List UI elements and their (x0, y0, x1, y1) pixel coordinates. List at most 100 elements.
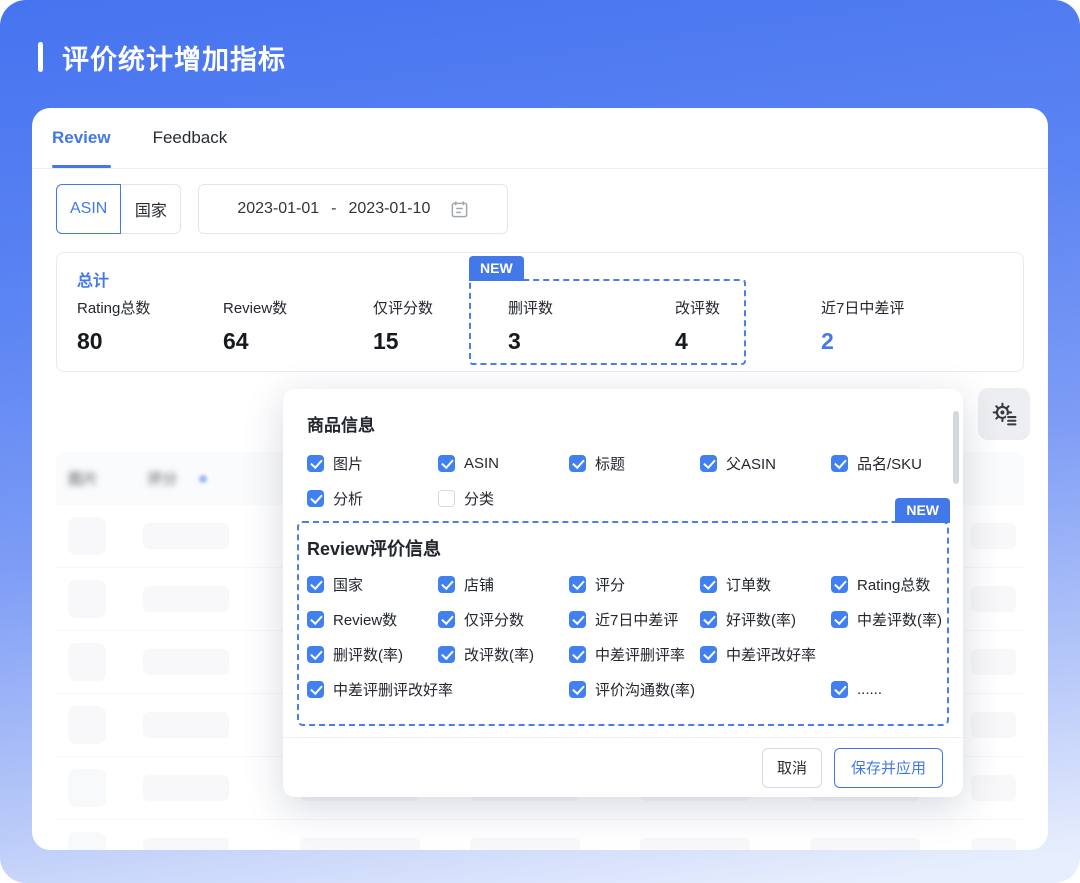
checkbox-label: 评价沟通数(率) (595, 679, 695, 700)
date-range-picker[interactable]: 2023-01-01 - 2023-01-10 (198, 184, 508, 234)
metric-recent-negative: 近7日中差评 2 (821, 297, 904, 355)
popup-body: 商品信息 图片 ASIN 标题 父ASIN 品名/SKU 分析 分类 NEW R… (283, 389, 963, 726)
checkbox-item-review-count[interactable]: Review数 (307, 608, 438, 630)
checkbox-label: 中差评改好率 (726, 644, 816, 665)
checkbox-item-image[interactable]: 图片 (307, 452, 438, 474)
tab-review[interactable]: Review (52, 108, 111, 168)
checkbox-checked-icon[interactable] (438, 611, 455, 628)
checkbox-label: 订单数 (726, 574, 771, 595)
metric-review-count: Review数 64 (223, 297, 287, 355)
table-header-rating: 评分 (147, 468, 177, 489)
metric-rating-only: 仅评分数 15 (373, 297, 433, 355)
review-info-highlight-section: NEW Review评价信息 国家 店铺 评分 订单数 Rating总数 Rev… (297, 521, 949, 726)
checkbox-checked-icon[interactable] (700, 646, 717, 663)
checkbox-checked-icon[interactable] (569, 681, 586, 698)
checkbox-item-positive-rate[interactable]: 好评数(率) (700, 608, 831, 630)
checkbox-label: 删评数(率) (333, 644, 403, 665)
checkbox-item-negative-delete-improve-rate[interactable]: 中差评删评改好率 (307, 678, 569, 700)
metric-rating-total: Rating总数 80 (77, 297, 150, 355)
new-badge: NEW (895, 498, 950, 523)
tab-feedback[interactable]: Feedback (153, 108, 228, 168)
checkbox-checked-icon[interactable] (700, 576, 717, 593)
checkbox-item-communication-rate[interactable]: 评价沟通数(率) (569, 678, 831, 700)
checkbox-checked-icon[interactable] (569, 646, 586, 663)
checkbox-item-store[interactable]: 店铺 (438, 573, 569, 595)
checkbox-item-category[interactable]: 分类 (438, 487, 569, 509)
gear-list-icon (991, 401, 1018, 428)
tab-bar: Review Feedback (32, 108, 1048, 169)
section-title-review-info: Review评价信息 (307, 535, 939, 561)
checkbox-item-orders[interactable]: 订单数 (700, 573, 831, 595)
title-accent-bar (38, 42, 43, 72)
metric-deleted-reviews: 删评数 3 (508, 297, 553, 355)
checkbox-label: ...... (857, 681, 882, 698)
checkbox-item-negative-delete-rate[interactable]: 中差评删评率 (569, 643, 700, 665)
checkbox-item-country[interactable]: 国家 (307, 573, 438, 595)
column-settings-button[interactable] (978, 388, 1030, 440)
checkbox-label: ASIN (464, 455, 499, 472)
checkbox-label: 改评数(率) (464, 644, 534, 665)
checkbox-item-more[interactable]: ...... (831, 678, 942, 700)
checkbox-item-negative-improve-rate[interactable]: 中差评改好率 (700, 643, 831, 665)
dimension-button-country[interactable]: 国家 (121, 184, 181, 234)
checkbox-label: 父ASIN (726, 453, 776, 474)
checkbox-item-negative-rate[interactable]: 中差评数(率) (831, 608, 942, 630)
checkbox-checked-icon[interactable] (831, 576, 848, 593)
date-end: 2023-01-10 (349, 200, 431, 218)
metric-changed-reviews: 改评数 4 (675, 297, 720, 355)
summary-title: 总计 (77, 267, 109, 291)
checkbox-item-asin[interactable]: ASIN (438, 452, 569, 474)
checkbox-checked-icon[interactable] (438, 646, 455, 663)
checkbox-checked-icon[interactable] (700, 611, 717, 628)
checkbox-checked-icon[interactable] (831, 681, 848, 698)
dimension-button-asin[interactable]: ASIN (56, 184, 121, 234)
checkbox-item-recent-negative[interactable]: 近7日中差评 (569, 608, 700, 630)
checkbox-label: 品名/SKU (857, 453, 922, 474)
checkbox-checked-icon[interactable] (307, 611, 324, 628)
checkbox-item-title[interactable]: 标题 (569, 452, 700, 474)
table-row (56, 820, 1024, 850)
checkbox-label: 中差评删评改好率 (333, 679, 453, 700)
checkbox-checked-icon[interactable] (438, 455, 455, 472)
checkbox-label: 中差评删评率 (595, 644, 685, 665)
sort-indicator-icon[interactable] (199, 475, 207, 483)
checkbox-item-sku[interactable]: 品名/SKU (831, 452, 939, 474)
checkbox-label: 近7日中差评 (595, 609, 678, 630)
table-header-image: 图片 (68, 468, 98, 489)
checkbox-checked-icon[interactable] (831, 455, 848, 472)
checkbox-checked-icon[interactable] (307, 681, 324, 698)
checkbox-checked-icon[interactable] (569, 611, 586, 628)
page-background: 评价统计增加指标 Review Feedback ASIN 国家 2023-01… (0, 0, 1080, 883)
checkbox-item-rating-only[interactable]: 仅评分数 (438, 608, 569, 630)
cancel-button[interactable]: 取消 (762, 748, 822, 788)
popup-scrollbar[interactable] (953, 411, 959, 484)
checkbox-checked-icon[interactable] (307, 490, 324, 507)
checkbox-label: Review数 (333, 609, 397, 630)
checkbox-item-parent-asin[interactable]: 父ASIN (700, 452, 831, 474)
popup-footer: 取消 保存并应用 (283, 737, 963, 797)
checkbox-item-analysis[interactable]: 分析 (307, 487, 438, 509)
checkbox-unchecked-icon[interactable] (438, 490, 455, 507)
checkbox-item-rating-total[interactable]: Rating总数 (831, 573, 942, 595)
checkbox-label: 图片 (333, 453, 363, 474)
checkbox-checked-icon[interactable] (307, 576, 324, 593)
checkbox-checked-icon[interactable] (307, 455, 324, 472)
checkbox-checked-icon[interactable] (438, 576, 455, 593)
new-badge: NEW (469, 256, 524, 281)
checkbox-checked-icon[interactable] (700, 455, 717, 472)
column-settings-popup: 商品信息 图片 ASIN 标题 父ASIN 品名/SKU 分析 分类 NEW R… (283, 389, 963, 797)
checkbox-checked-icon[interactable] (569, 576, 586, 593)
checkbox-checked-icon[interactable] (831, 611, 848, 628)
checkbox-item-deleted-rate[interactable]: 删评数(率) (307, 643, 438, 665)
checkbox-item-rating[interactable]: 评分 (569, 573, 700, 595)
checkbox-checked-icon[interactable] (307, 646, 324, 663)
checkbox-label: 店铺 (464, 574, 494, 595)
checkbox-item-changed-rate[interactable]: 改评数(率) (438, 643, 569, 665)
date-start: 2023-01-01 (237, 200, 319, 218)
checkbox-label: 好评数(率) (726, 609, 796, 630)
checkbox-checked-icon[interactable] (569, 455, 586, 472)
checkbox-label: 国家 (333, 574, 363, 595)
checkbox-label: 分类 (464, 488, 494, 509)
checkbox-label: 中差评数(率) (857, 609, 942, 630)
save-and-apply-button[interactable]: 保存并应用 (834, 748, 943, 788)
